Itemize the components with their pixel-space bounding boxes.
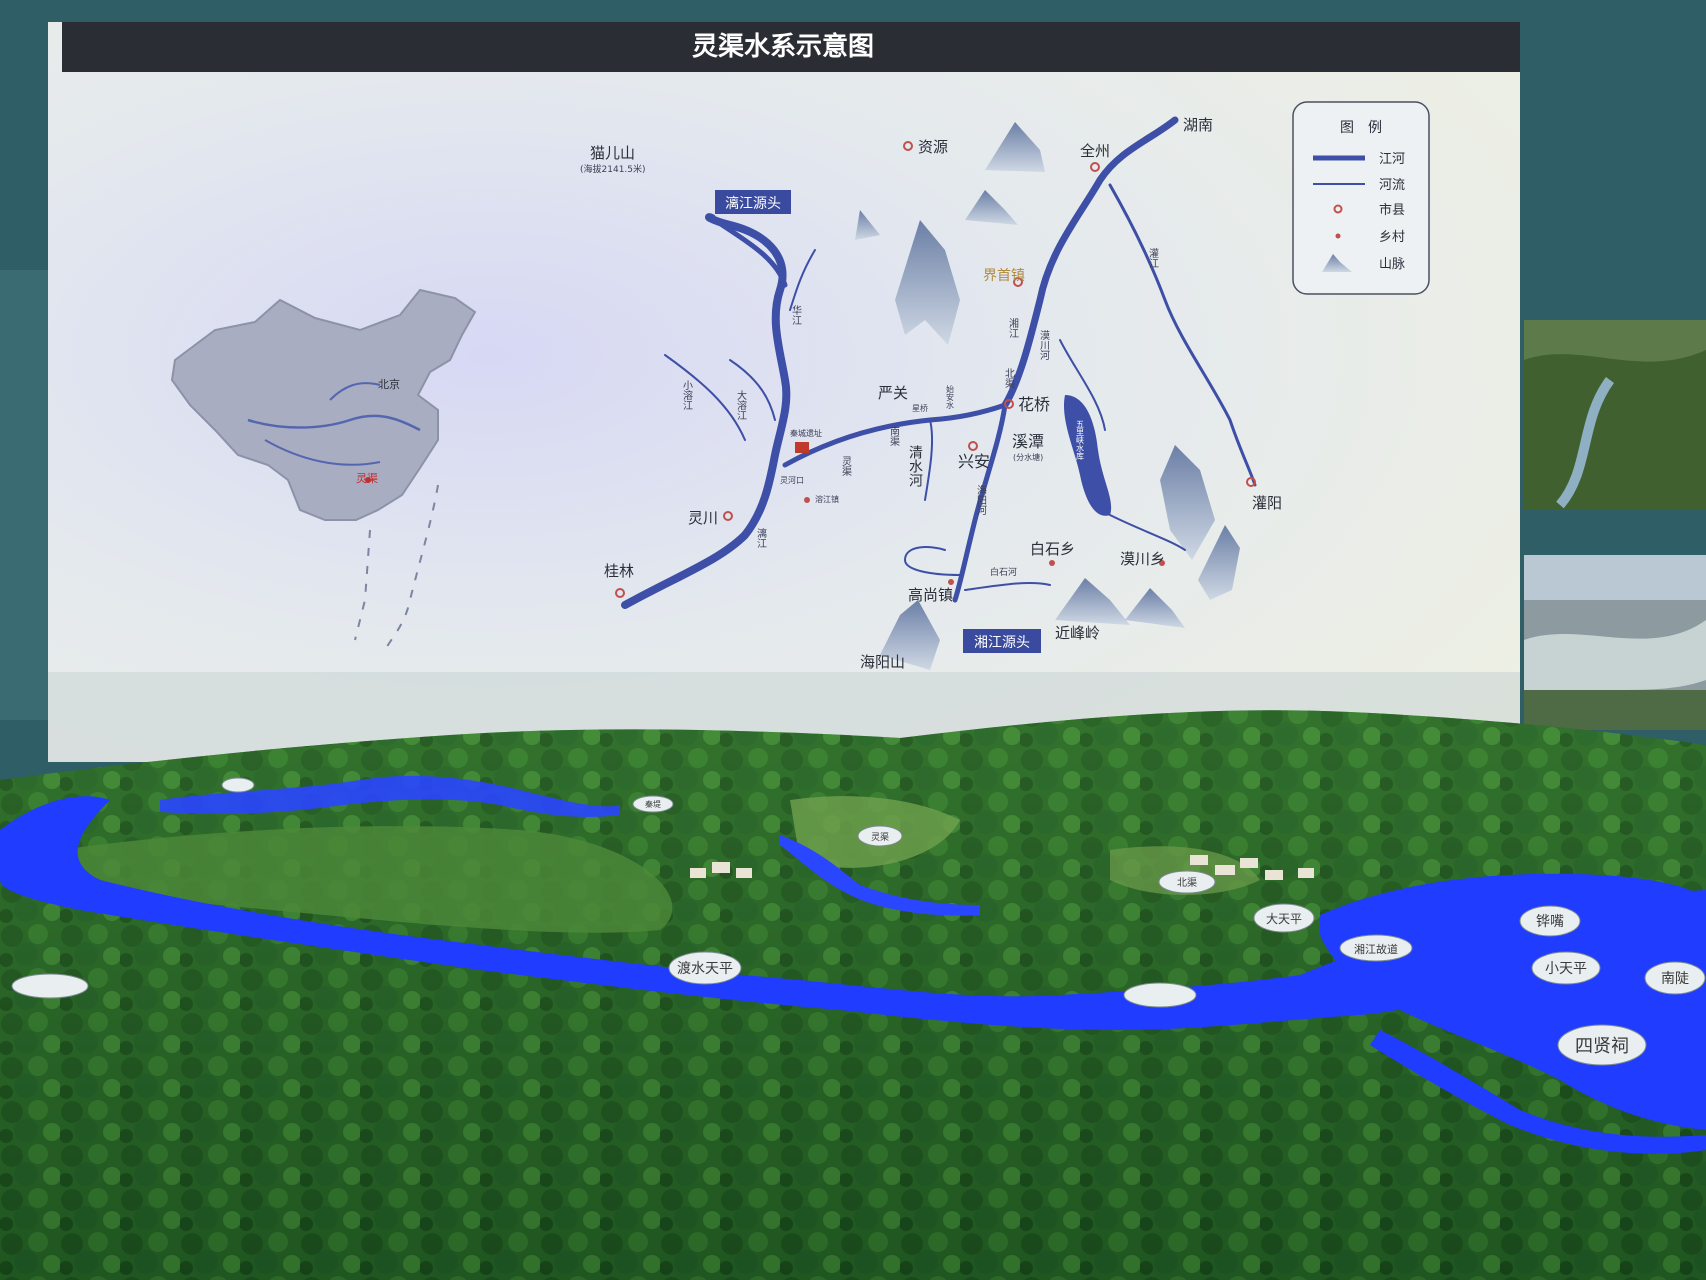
inset-lingqu-label: 灵渠	[356, 472, 378, 485]
label-xitan-note: (分水塘)	[1013, 452, 1043, 462]
model-marker-center	[1123, 982, 1197, 1008]
map-title: 灵渠水系示意图	[692, 31, 874, 62]
model-label-xiangjiangguda-text: 湘江故道	[1354, 942, 1398, 956]
qin-city-site-marker	[795, 442, 809, 453]
side-panel-left	[0, 270, 55, 720]
legend-label-1: 江河	[1379, 152, 1405, 167]
label-ling-qu: 灵渠	[840, 456, 852, 477]
lijiang-source-text: 漓江源头	[725, 195, 781, 212]
model-label-lingqu: 灵渠	[857, 825, 903, 847]
model-label-huazui-text: 铧嘴	[1536, 914, 1564, 930]
model-marker-left-far	[221, 777, 255, 793]
village-dot-marker-icon	[1335, 233, 1341, 239]
label-li-jiang: 漓江	[755, 527, 767, 548]
label-gaoshang: 高尚镇	[908, 586, 953, 604]
side-photo-bottom	[1524, 555, 1706, 730]
legend-label-2: 河流	[1379, 178, 1405, 193]
label-da-rong-jiang: 大溶江	[735, 389, 747, 420]
model-label-sixianci: 四贤祠	[1557, 1024, 1647, 1066]
label-shaowangzhen: 溶江镇	[815, 494, 839, 504]
label-xingan: 兴安	[958, 452, 990, 471]
label-guilin: 桂林	[604, 562, 634, 580]
label-jieshou: 界首镇	[983, 268, 1025, 284]
lijiang-source-tag: 漓江源头	[715, 190, 791, 214]
label-hai-yang-he: 海阳河	[975, 484, 987, 515]
label-haiyangshan: 海阳山	[860, 653, 905, 671]
label-baishihe: 白石河	[990, 566, 1017, 578]
model-label-beiqu-text: 北渠	[1177, 877, 1197, 889]
label-nan-qu: 南渠	[888, 425, 900, 447]
model-label-dushuitianping: 渡水天平	[668, 951, 742, 985]
label-yanguan: 严关	[878, 384, 908, 402]
label-maoershan: 猫儿山	[590, 144, 635, 162]
model-label-sixianci-text: 四贤祠	[1575, 1036, 1629, 1057]
label-ziyuan: 资源	[918, 138, 948, 156]
legend-label-5: 山脉	[1379, 257, 1405, 272]
label-hua-jiang: 华江	[790, 304, 802, 325]
label-lingchuan: 灵川	[688, 509, 718, 527]
label-baishi: 白石乡	[1030, 540, 1075, 558]
model-marker-left-near	[11, 973, 89, 999]
model-label-xiangjiangguda: 湘江故道	[1339, 934, 1413, 962]
label-reservoir: 五里峡水库	[1076, 420, 1085, 461]
label-jinfengling: 近峰岭	[1055, 624, 1100, 642]
legend-heading: 图 例	[1340, 120, 1382, 136]
inset-beijing-label: 北京	[378, 377, 400, 391]
label-huaqiao: 花桥	[1018, 395, 1050, 414]
xiangjiang-source-text: 湘江源头	[974, 635, 1030, 651]
exhibit-scene: 灵渠水系示意图 北京 灵渠 猫儿山 (海拔2141.5米) 资源 全州 湖南 界…	[0, 0, 1706, 1280]
model-label-qindi: 秦堤	[632, 795, 674, 813]
label-quanzhou: 全州	[1080, 142, 1110, 160]
label-hai-jiang: 漠川河	[1038, 330, 1050, 360]
xiangjiang-source-tag: 湘江源头	[963, 629, 1041, 653]
label-xiang-jiang: 湘江	[1007, 317, 1019, 338]
model-label-huazui: 铧嘴	[1519, 905, 1581, 937]
model-label-nandou-text: 南陡	[1661, 971, 1689, 987]
label-bei-qu: 北渠	[1003, 368, 1015, 389]
side-photo-top	[1524, 320, 1706, 510]
label-ronghekou: 灵河口	[780, 475, 804, 485]
label-qinchengyizhi: 秦城遗址	[790, 428, 822, 438]
label-maoershan-elevation: (海拔2141.5米)	[580, 163, 646, 175]
label-xitan: 溪潭	[1012, 432, 1044, 451]
model-label-nandou: 南陡	[1644, 961, 1706, 995]
map-legend: 图 例 江河 河流 市县 乡村 山脉	[1292, 101, 1430, 295]
terrain-model: 渡水天平 大天平 小天平 南陡 四贤祠 铧嘴 湘江故道 北渠 灵渠 秦堤	[0, 710, 1706, 1280]
label-hunan: 湖南	[1183, 116, 1213, 134]
label-guanyang: 灌阳	[1252, 494, 1282, 512]
model-label-datianping-text: 大天平	[1266, 912, 1302, 926]
model-label-datianping: 大天平	[1253, 903, 1315, 933]
label-qingshuihe: 清水河	[907, 445, 923, 487]
label-xingqiao: 星桥	[912, 403, 928, 413]
model-label-lingqu-text: 灵渠	[871, 831, 889, 843]
model-label-dushuitianping-text: 渡水天平	[677, 961, 733, 977]
legend-label-4: 乡村	[1379, 230, 1405, 245]
label-shuichuan: 漠川乡	[1120, 550, 1165, 568]
label-shianshui: 始安水	[946, 384, 955, 409]
model-label-xiaotianping: 小天平	[1531, 951, 1601, 985]
model-label-xiaotianping-text: 小天平	[1545, 961, 1587, 977]
model-label-qindi-text: 秦堤	[645, 799, 661, 809]
legend-label-3: 市县	[1379, 202, 1405, 218]
label-guan-jiang: 灌江	[1147, 248, 1159, 268]
model-label-beiqu: 北渠	[1158, 870, 1216, 894]
label-xiao-rong-jiang: 小溶江	[681, 380, 693, 410]
